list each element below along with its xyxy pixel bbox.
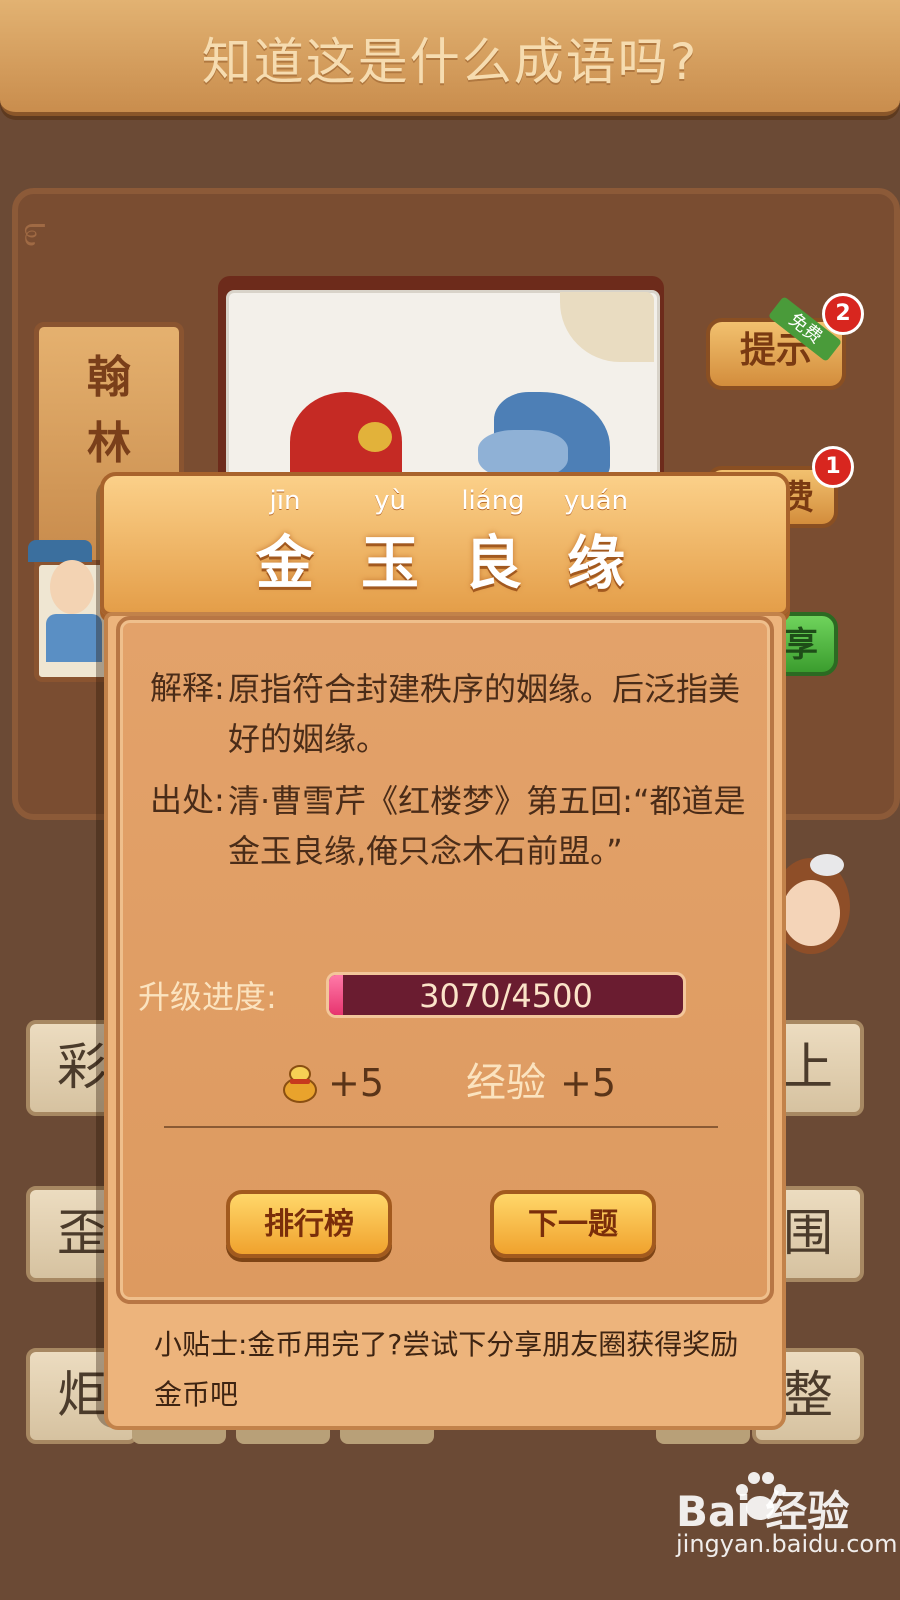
helper-girl-face[interactable] — [782, 880, 840, 946]
coin-bag-icon — [283, 1065, 317, 1103]
tile-edge — [236, 1430, 330, 1444]
definition-text: 原指符合封建秩序的姻缘。后泛指美好的姻缘。 — [228, 670, 741, 758]
leaderboard-button[interactable]: 排行榜 — [226, 1190, 392, 1258]
tile-edge — [656, 1430, 750, 1444]
idiom-char-3: 良 — [463, 529, 522, 597]
pinyin-4: yuán — [563, 486, 629, 516]
hint-count-badge: 2 — [822, 293, 864, 335]
definition-label: 解释: — [150, 669, 225, 707]
tile-edge — [132, 1430, 226, 1444]
exp-label: 经验 — [466, 1060, 546, 1106]
exp-reward: +5 — [560, 1061, 617, 1105]
idiom-char-1: 金 — [255, 529, 314, 597]
pinyin-3: liáng — [461, 486, 525, 516]
page-title: 知道这是什么成语吗? — [201, 33, 699, 91]
pinyin-2: yù — [374, 486, 406, 516]
pinyin-1: jīn — [269, 486, 301, 516]
coin-reward: +5 — [328, 1061, 385, 1105]
opera-mask-blue-detail — [478, 430, 568, 478]
tip-text: 小贴士:金币用完了?尝试下分享朋友圈获得奖励金币吧 — [154, 1328, 739, 1411]
helper-girl-bow — [810, 854, 844, 876]
scholar-hat-icon — [28, 540, 92, 562]
next-question-button[interactable]: 下一题 — [490, 1190, 656, 1258]
idiom-char-2: 玉 — [360, 529, 419, 597]
idiom-char-4: 缘 — [566, 529, 625, 597]
progress-label: 升级进度: — [138, 978, 277, 1016]
rank-title-text: 翰 林 — [87, 352, 131, 469]
tool-count-badge: 1 — [812, 446, 854, 488]
opera-ornament-gold — [358, 422, 392, 452]
swirl-ornament-icon: ೯ — [22, 205, 47, 256]
source-label: 出处: — [150, 781, 225, 819]
divider — [164, 1126, 718, 1128]
source-text: 清·曹雪芹《红楼梦》第五回:“都道是金玉良缘,俺只念木石前盟。” — [228, 782, 746, 870]
progress-value: 3070/4500 — [419, 977, 593, 1015]
watermark-url: jingyan.baidu.com — [676, 1530, 898, 1558]
scholar-face — [50, 560, 94, 614]
baidu-paw-icon — [736, 1472, 786, 1520]
tile-edge — [340, 1430, 434, 1444]
scholar-body — [46, 614, 102, 662]
